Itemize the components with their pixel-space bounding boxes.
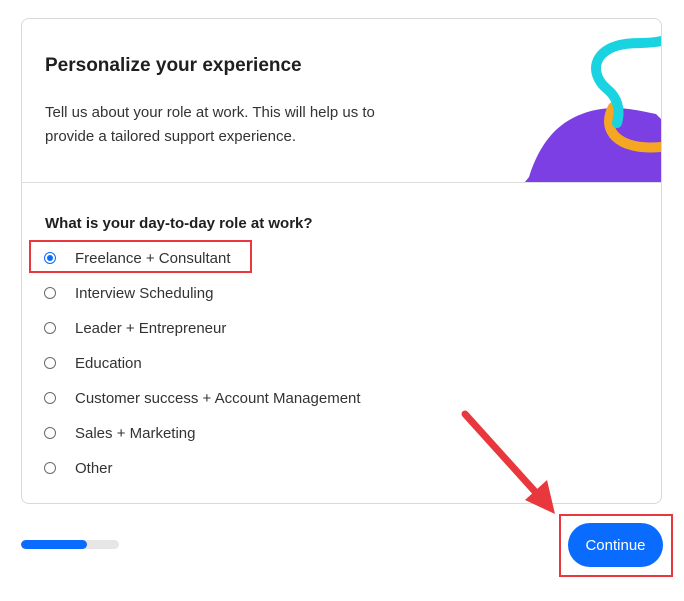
radio-button[interactable] — [44, 252, 56, 264]
option-label: Interview Scheduling — [75, 284, 214, 302]
option-leader-entrepreneur[interactable]: Leader + Entrepreneur — [44, 313, 226, 343]
option-label: Customer success + Account Management — [75, 389, 361, 407]
personalize-card: Personalize your experience Tell us abou… — [21, 18, 662, 504]
option-sales-marketing[interactable]: Sales + Marketing — [44, 418, 195, 448]
option-education[interactable]: Education — [44, 348, 142, 378]
radio-button[interactable] — [44, 287, 56, 299]
continue-button[interactable]: Continue — [568, 523, 663, 567]
option-label: Other — [75, 459, 113, 477]
card-header: Personalize your experience Tell us abou… — [22, 19, 661, 183]
progress-fill — [21, 540, 87, 549]
option-interview-scheduling[interactable]: Interview Scheduling — [44, 278, 213, 308]
role-question: What is your day-to-day role at work? — [45, 215, 313, 232]
option-label: Sales + Marketing — [75, 424, 196, 442]
abstract-shapes-illustration — [525, 36, 661, 182]
option-label: Freelance + Consultant — [75, 249, 231, 267]
option-other[interactable]: Other — [44, 453, 113, 483]
page-title: Personalize your experience — [45, 55, 302, 76]
option-customer-success[interactable]: Customer success + Account Management — [44, 383, 361, 413]
radio-button[interactable] — [44, 322, 56, 334]
option-label: Leader + Entrepreneur — [75, 319, 227, 337]
radio-button[interactable] — [44, 462, 56, 474]
radio-button[interactable] — [44, 427, 56, 439]
radio-button[interactable] — [44, 357, 56, 369]
option-label: Education — [75, 354, 142, 372]
option-freelance-consultant[interactable]: Freelance + Consultant — [44, 243, 231, 273]
radio-button[interactable] — [44, 392, 56, 404]
page-subtitle: Tell us about your role at work. This wi… — [45, 104, 375, 145]
progress-bar — [21, 540, 119, 549]
